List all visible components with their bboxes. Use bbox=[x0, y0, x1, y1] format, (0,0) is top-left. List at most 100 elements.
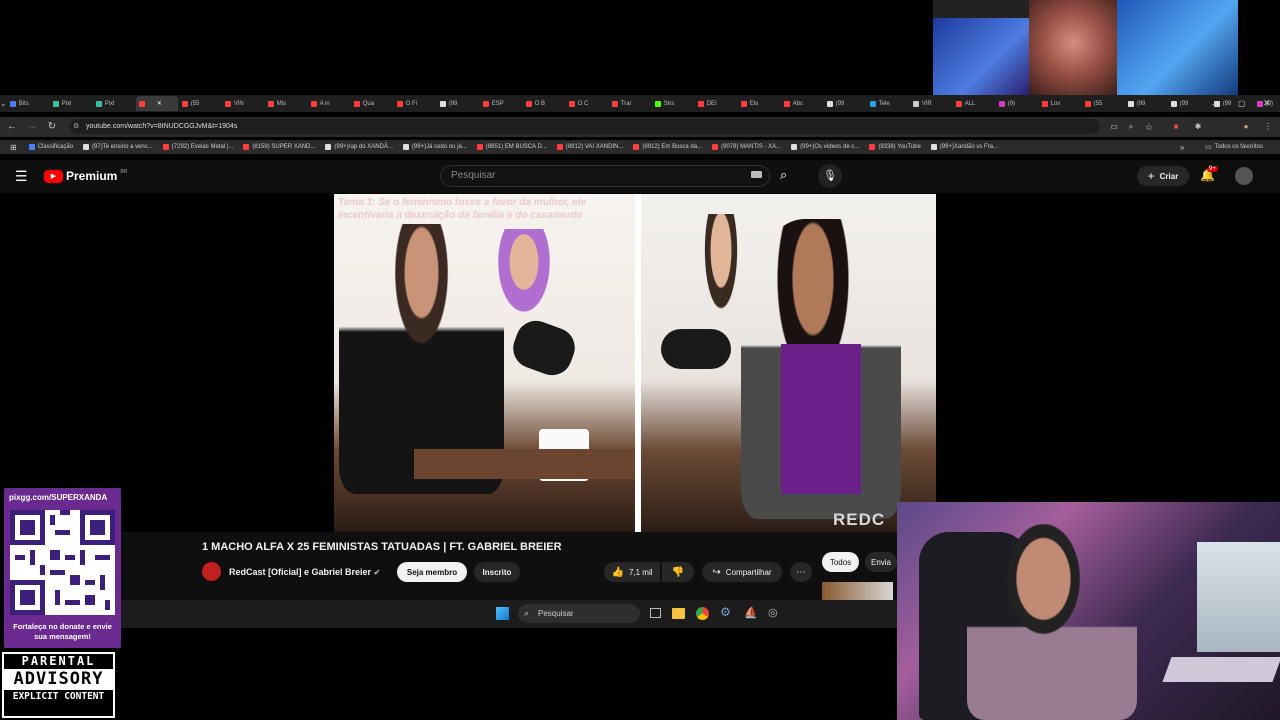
browser-tab[interactable]: ALL bbox=[953, 96, 995, 111]
like-button[interactable]: 👍 7,1 mil bbox=[604, 562, 660, 582]
browser-tab[interactable]: Pixl bbox=[93, 96, 135, 111]
bookmark-item[interactable]: (97)Te ensino a venc... bbox=[83, 144, 153, 150]
tab-search-icon[interactable]: ⌄ bbox=[0, 99, 7, 108]
bookmark-item[interactable]: (99+)Os vídeos de c... bbox=[791, 144, 859, 150]
window-minimize-icon[interactable]: – bbox=[1212, 99, 1217, 109]
windows-start-icon[interactable] bbox=[496, 607, 509, 620]
tab-close-icon[interactable]: ✕ bbox=[157, 100, 162, 107]
bookmark-item[interactable]: (8912) Em Busca da... bbox=[633, 144, 702, 150]
browser-tab[interactable]: Tele bbox=[867, 96, 909, 111]
tab-label: Trar bbox=[620, 100, 632, 107]
chip-all[interactable]: Todos bbox=[822, 552, 859, 572]
browser-tab[interactable]: Bits bbox=[7, 96, 49, 111]
browser-tab[interactable]: ESP bbox=[480, 96, 522, 111]
tab-label: (55 bbox=[1093, 100, 1103, 107]
browser-tab[interactable]: (9) bbox=[996, 96, 1038, 111]
browser-tab[interactable]: O B bbox=[523, 96, 565, 111]
recommended-thumbnail[interactable] bbox=[822, 582, 893, 600]
task-view-icon[interactable] bbox=[650, 608, 661, 618]
bookmark-item[interactable]: (99+)rap do XANDÃ... bbox=[325, 144, 393, 150]
tab-favicon-icon bbox=[1256, 100, 1263, 107]
window-close-icon[interactable]: ✕ bbox=[1263, 98, 1271, 109]
install-icon[interactable]: ▭ bbox=[1108, 121, 1120, 133]
site-info-icon[interactable]: ⚙ bbox=[73, 119, 79, 134]
bookmark-item[interactable]: (99+)Xandão vs Fra... bbox=[930, 144, 998, 150]
browser-tab[interactable]: ✕ bbox=[135, 96, 178, 111]
chrome-icon[interactable] bbox=[696, 607, 709, 620]
bookmark-label: (9338) YouTube bbox=[878, 144, 921, 150]
taskbar-search-icon: ⌕ bbox=[524, 608, 530, 618]
share-button[interactable]: ↪ Compartilhar bbox=[702, 562, 782, 582]
youtube-play-icon: ▶ bbox=[44, 169, 63, 183]
tab-label: Strs bbox=[663, 100, 675, 107]
browser-tab[interactable]: Trar bbox=[609, 96, 651, 111]
all-favorites[interactable]: ▭ Todos os favoritos bbox=[1205, 143, 1263, 151]
create-button[interactable]: + Criar bbox=[1137, 166, 1189, 186]
search-icon[interactable]: ⌕ bbox=[780, 167, 787, 183]
browser-tab[interactable]: Elo bbox=[738, 96, 780, 111]
browser-tab[interactable]: DEI bbox=[695, 96, 737, 111]
browser-tab[interactable]: Qua bbox=[351, 96, 393, 111]
browser-tab[interactable]: (99 bbox=[1168, 96, 1210, 111]
subscribed-button[interactable]: Inscrito bbox=[474, 562, 520, 582]
dislike-button[interactable]: 👎 bbox=[662, 562, 694, 582]
channel-name[interactable]: RedCast [Oficial] e Gabriel Breier ✔ bbox=[229, 567, 380, 577]
channel-avatar[interactable] bbox=[202, 562, 221, 581]
app-icon[interactable]: ◎ bbox=[768, 606, 778, 619]
bookmarks-overflow-icon[interactable]: » bbox=[1180, 143, 1184, 152]
keyboard-icon[interactable] bbox=[751, 171, 762, 178]
browser-tab[interactable]: (99 bbox=[437, 96, 479, 111]
browser-tab[interactable]: Lov bbox=[1039, 96, 1081, 111]
search-input[interactable]: Pesquisar bbox=[440, 165, 770, 187]
bookmark-item[interactable]: (7292) Evelas Metal |... bbox=[162, 144, 233, 150]
browser-tab[interactable]: (55 bbox=[179, 96, 221, 111]
plus-icon: + bbox=[1147, 169, 1155, 183]
browser-tab[interactable]: VIN bbox=[222, 96, 264, 111]
browser-tab[interactable]: A in bbox=[308, 96, 350, 111]
join-button[interactable]: Seja membro bbox=[397, 562, 467, 582]
bookmark-item[interactable]: (9338) YouTube bbox=[869, 144, 921, 150]
browser-tab[interactable]: O C bbox=[566, 96, 608, 111]
browser-tab[interactable]: (99 bbox=[1125, 96, 1167, 111]
taskbar-search-input[interactable]: ⌕ Pesquisar bbox=[518, 604, 640, 623]
tab-favicon-icon bbox=[525, 100, 532, 107]
account-avatar[interactable] bbox=[1235, 167, 1253, 185]
bookmark-star-icon[interactable]: ☆ bbox=[1143, 121, 1155, 133]
browser-tab[interactable]: Pixl bbox=[50, 96, 92, 111]
youtube-logo[interactable]: ▶ Premium BR bbox=[44, 169, 127, 183]
back-icon[interactable]: ← bbox=[6, 121, 18, 133]
profile-avatar-icon[interactable]: ● bbox=[1240, 121, 1252, 133]
browser-tab[interactable]: Strs bbox=[652, 96, 694, 111]
window-maximize-icon[interactable]: ▢ bbox=[1238, 99, 1246, 108]
browser-tab[interactable]: VIR bbox=[910, 96, 952, 111]
purple-shirt bbox=[781, 344, 861, 494]
more-actions-button[interactable]: ⋯ bbox=[790, 562, 812, 582]
bookmark-item[interactable]: (8159) SUPER XAND... bbox=[243, 144, 315, 150]
bookmark-item[interactable]: (99+)Já cedo ou já... bbox=[402, 144, 467, 150]
forward-icon[interactable]: → bbox=[26, 121, 38, 133]
extensions-puzzle-icon[interactable]: ✱ bbox=[1192, 121, 1204, 133]
zoom-icon[interactable]: ⌕ bbox=[1125, 121, 1137, 133]
voice-search-icon[interactable]: 🎙 bbox=[818, 164, 842, 188]
hamburger-menu-icon[interactable]: ☰ bbox=[15, 168, 28, 185]
apps-grid-icon[interactable]: ⊞ bbox=[10, 143, 17, 152]
settings-gear-icon[interactable]: ⚙ bbox=[720, 605, 731, 619]
video-player[interactable]: Tema 1: Se o feminismo fosse a favor da … bbox=[334, 194, 936, 532]
url-input[interactable]: ⚙ youtube.com/watch?v=8tNUDCGGJvM&t=1904… bbox=[70, 119, 1100, 134]
browser-tab[interactable]: Mis bbox=[265, 96, 307, 111]
notification-count-badge: 9+ bbox=[1207, 166, 1218, 172]
steam-icon[interactable]: ⛵ bbox=[744, 606, 758, 619]
browser-tab[interactable]: O Fi bbox=[394, 96, 436, 111]
file-explorer-icon[interactable] bbox=[672, 608, 685, 619]
extension-icon[interactable]: ■ bbox=[1170, 121, 1182, 133]
browser-menu-icon[interactable]: ⋮ bbox=[1262, 121, 1274, 133]
chip-send[interactable]: Envia bbox=[865, 552, 897, 572]
browser-tab[interactable]: Abc bbox=[781, 96, 823, 111]
bookmark-item[interactable]: (8851) EM BUSCA D... bbox=[476, 144, 547, 150]
browser-tab[interactable]: (99 bbox=[824, 96, 866, 111]
bookmark-item[interactable]: (9078) MANTIS - XA... bbox=[712, 144, 781, 150]
browser-tab[interactable]: (55 bbox=[1082, 96, 1124, 111]
bookmark-item[interactable]: Classificação bbox=[28, 144, 73, 150]
bookmark-item[interactable]: (8912) VAI XANDIN... bbox=[556, 144, 623, 150]
reload-icon[interactable]: ↻ bbox=[46, 121, 58, 133]
